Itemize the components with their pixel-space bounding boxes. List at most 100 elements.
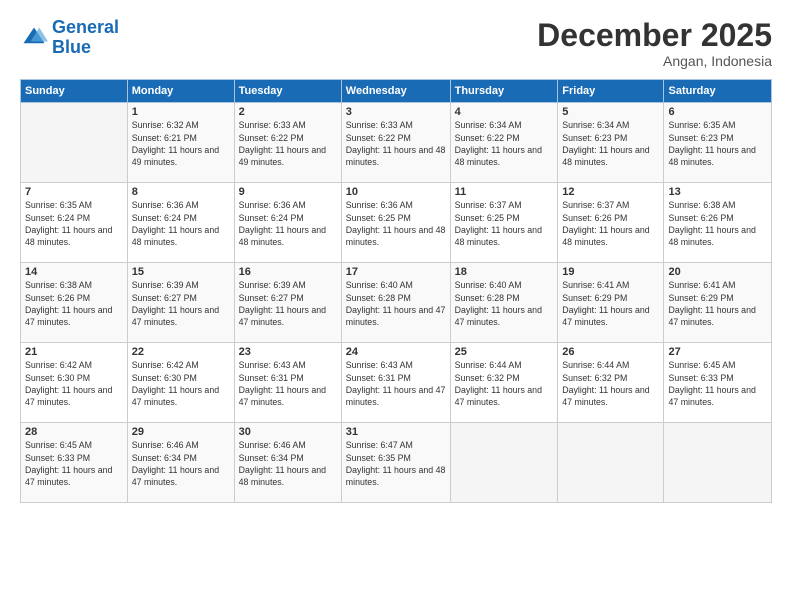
table-row: 2 Sunrise: 6:33 AMSunset: 6:22 PMDayligh…: [234, 103, 341, 183]
location-subtitle: Angan, Indonesia: [537, 53, 772, 69]
calendar-week-row: 28 Sunrise: 6:45 AMSunset: 6:33 PMDaylig…: [21, 423, 772, 503]
col-tuesday: Tuesday: [234, 80, 341, 103]
table-row: 4 Sunrise: 6:34 AMSunset: 6:22 PMDayligh…: [450, 103, 558, 183]
day-number: 15: [132, 266, 230, 278]
table-row: 24 Sunrise: 6:43 AMSunset: 6:31 PMDaylig…: [341, 343, 450, 423]
table-row: 17 Sunrise: 6:40 AMSunset: 6:28 PMDaylig…: [341, 263, 450, 343]
day-info: Sunrise: 6:34 AMSunset: 6:23 PMDaylight:…: [562, 119, 659, 168]
day-number: 17: [346, 266, 446, 278]
day-info: Sunrise: 6:46 AMSunset: 6:34 PMDaylight:…: [132, 439, 230, 488]
day-info: Sunrise: 6:44 AMSunset: 6:32 PMDaylight:…: [455, 359, 554, 408]
table-row: 29 Sunrise: 6:46 AMSunset: 6:34 PMDaylig…: [127, 423, 234, 503]
table-row: 7 Sunrise: 6:35 AMSunset: 6:24 PMDayligh…: [21, 183, 128, 263]
day-number: 24: [346, 346, 446, 358]
day-info: Sunrise: 6:46 AMSunset: 6:34 PMDaylight:…: [239, 439, 337, 488]
day-info: Sunrise: 6:42 AMSunset: 6:30 PMDaylight:…: [25, 359, 123, 408]
col-monday: Monday: [127, 80, 234, 103]
day-number: 29: [132, 426, 230, 438]
day-number: 26: [562, 346, 659, 358]
day-info: Sunrise: 6:39 AMSunset: 6:27 PMDaylight:…: [239, 279, 337, 328]
table-row: 22 Sunrise: 6:42 AMSunset: 6:30 PMDaylig…: [127, 343, 234, 423]
day-info: Sunrise: 6:36 AMSunset: 6:24 PMDaylight:…: [132, 199, 230, 248]
day-info: Sunrise: 6:34 AMSunset: 6:22 PMDaylight:…: [455, 119, 554, 168]
day-info: Sunrise: 6:38 AMSunset: 6:26 PMDaylight:…: [25, 279, 123, 328]
day-number: 27: [668, 346, 767, 358]
calendar-week-row: 14 Sunrise: 6:38 AMSunset: 6:26 PMDaylig…: [21, 263, 772, 343]
day-number: 22: [132, 346, 230, 358]
day-info: Sunrise: 6:47 AMSunset: 6:35 PMDaylight:…: [346, 439, 446, 488]
table-row: 26 Sunrise: 6:44 AMSunset: 6:32 PMDaylig…: [558, 343, 664, 423]
day-info: Sunrise: 6:37 AMSunset: 6:26 PMDaylight:…: [562, 199, 659, 248]
day-number: 30: [239, 426, 337, 438]
table-row: 25 Sunrise: 6:44 AMSunset: 6:32 PMDaylig…: [450, 343, 558, 423]
header: General Blue December 2025 Angan, Indone…: [20, 18, 772, 69]
table-row: 13 Sunrise: 6:38 AMSunset: 6:26 PMDaylig…: [664, 183, 772, 263]
day-info: Sunrise: 6:43 AMSunset: 6:31 PMDaylight:…: [346, 359, 446, 408]
day-number: 18: [455, 266, 554, 278]
table-row: 8 Sunrise: 6:36 AMSunset: 6:24 PMDayligh…: [127, 183, 234, 263]
day-number: 16: [239, 266, 337, 278]
table-row: 9 Sunrise: 6:36 AMSunset: 6:24 PMDayligh…: [234, 183, 341, 263]
table-row: 12 Sunrise: 6:37 AMSunset: 6:26 PMDaylig…: [558, 183, 664, 263]
table-row: 5 Sunrise: 6:34 AMSunset: 6:23 PMDayligh…: [558, 103, 664, 183]
day-number: 20: [668, 266, 767, 278]
day-info: Sunrise: 6:36 AMSunset: 6:25 PMDaylight:…: [346, 199, 446, 248]
day-info: Sunrise: 6:44 AMSunset: 6:32 PMDaylight:…: [562, 359, 659, 408]
day-info: Sunrise: 6:32 AMSunset: 6:21 PMDaylight:…: [132, 119, 230, 168]
day-info: Sunrise: 6:33 AMSunset: 6:22 PMDaylight:…: [346, 119, 446, 168]
day-info: Sunrise: 6:41 AMSunset: 6:29 PMDaylight:…: [562, 279, 659, 328]
calendar-header-row: Sunday Monday Tuesday Wednesday Thursday…: [21, 80, 772, 103]
day-number: 7: [25, 186, 123, 198]
calendar-week-row: 21 Sunrise: 6:42 AMSunset: 6:30 PMDaylig…: [21, 343, 772, 423]
day-info: Sunrise: 6:36 AMSunset: 6:24 PMDaylight:…: [239, 199, 337, 248]
day-number: 13: [668, 186, 767, 198]
day-number: 5: [562, 106, 659, 118]
table-row: [21, 103, 128, 183]
day-number: 8: [132, 186, 230, 198]
calendar-week-row: 7 Sunrise: 6:35 AMSunset: 6:24 PMDayligh…: [21, 183, 772, 263]
table-row: 28 Sunrise: 6:45 AMSunset: 6:33 PMDaylig…: [21, 423, 128, 503]
table-row: 1 Sunrise: 6:32 AMSunset: 6:21 PMDayligh…: [127, 103, 234, 183]
day-info: Sunrise: 6:43 AMSunset: 6:31 PMDaylight:…: [239, 359, 337, 408]
table-row: 11 Sunrise: 6:37 AMSunset: 6:25 PMDaylig…: [450, 183, 558, 263]
col-thursday: Thursday: [450, 80, 558, 103]
day-number: 3: [346, 106, 446, 118]
day-info: Sunrise: 6:37 AMSunset: 6:25 PMDaylight:…: [455, 199, 554, 248]
day-number: 12: [562, 186, 659, 198]
table-row: 30 Sunrise: 6:46 AMSunset: 6:34 PMDaylig…: [234, 423, 341, 503]
day-number: 1: [132, 106, 230, 118]
day-number: 4: [455, 106, 554, 118]
month-title: December 2025: [537, 18, 772, 53]
table-row: [558, 423, 664, 503]
day-number: 2: [239, 106, 337, 118]
table-row: 15 Sunrise: 6:39 AMSunset: 6:27 PMDaylig…: [127, 263, 234, 343]
table-row: 16 Sunrise: 6:39 AMSunset: 6:27 PMDaylig…: [234, 263, 341, 343]
page: General Blue December 2025 Angan, Indone…: [0, 0, 792, 612]
table-row: 3 Sunrise: 6:33 AMSunset: 6:22 PMDayligh…: [341, 103, 450, 183]
day-number: 31: [346, 426, 446, 438]
table-row: 14 Sunrise: 6:38 AMSunset: 6:26 PMDaylig…: [21, 263, 128, 343]
table-row: 21 Sunrise: 6:42 AMSunset: 6:30 PMDaylig…: [21, 343, 128, 423]
col-sunday: Sunday: [21, 80, 128, 103]
calendar-week-row: 1 Sunrise: 6:32 AMSunset: 6:21 PMDayligh…: [21, 103, 772, 183]
day-info: Sunrise: 6:45 AMSunset: 6:33 PMDaylight:…: [668, 359, 767, 408]
day-info: Sunrise: 6:38 AMSunset: 6:26 PMDaylight:…: [668, 199, 767, 248]
day-info: Sunrise: 6:45 AMSunset: 6:33 PMDaylight:…: [25, 439, 123, 488]
day-info: Sunrise: 6:33 AMSunset: 6:22 PMDaylight:…: [239, 119, 337, 168]
table-row: 23 Sunrise: 6:43 AMSunset: 6:31 PMDaylig…: [234, 343, 341, 423]
day-number: 25: [455, 346, 554, 358]
day-info: Sunrise: 6:39 AMSunset: 6:27 PMDaylight:…: [132, 279, 230, 328]
day-info: Sunrise: 6:40 AMSunset: 6:28 PMDaylight:…: [455, 279, 554, 328]
day-number: 14: [25, 266, 123, 278]
day-number: 19: [562, 266, 659, 278]
title-block: December 2025 Angan, Indonesia: [537, 18, 772, 69]
col-wednesday: Wednesday: [341, 80, 450, 103]
logo-line1: General: [52, 17, 119, 37]
day-info: Sunrise: 6:41 AMSunset: 6:29 PMDaylight:…: [668, 279, 767, 328]
day-number: 6: [668, 106, 767, 118]
day-info: Sunrise: 6:35 AMSunset: 6:23 PMDaylight:…: [668, 119, 767, 168]
day-info: Sunrise: 6:42 AMSunset: 6:30 PMDaylight:…: [132, 359, 230, 408]
table-row: 6 Sunrise: 6:35 AMSunset: 6:23 PMDayligh…: [664, 103, 772, 183]
logo-icon: [20, 24, 48, 52]
calendar-table: Sunday Monday Tuesday Wednesday Thursday…: [20, 79, 772, 503]
